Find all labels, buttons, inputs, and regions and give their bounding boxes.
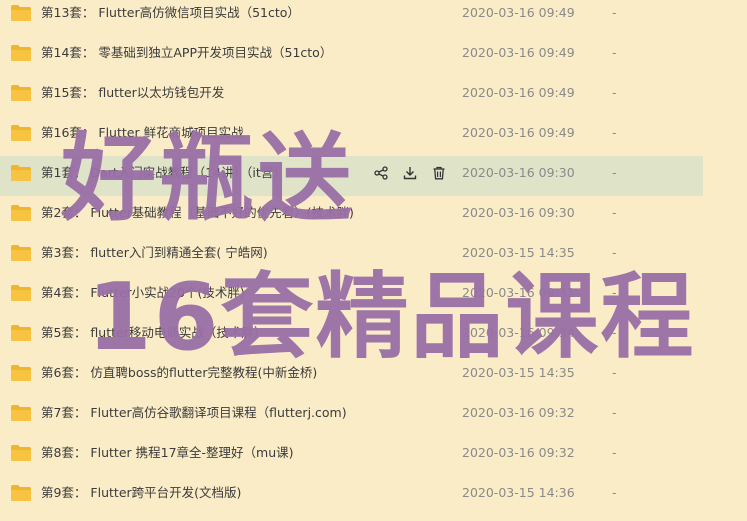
file-date: 2020-03-16 09:49: [462, 5, 575, 20]
folder-icon: [10, 404, 32, 422]
file-name[interactable]: 第4套： Flutter小实战20个(技术胖): [41, 276, 245, 310]
file-size: -: [612, 485, 617, 500]
folder-icon: [10, 204, 32, 222]
file-name[interactable]: 第5套： flutter移动电商实战（技术胖）: [41, 316, 266, 350]
folder-icon: [10, 84, 32, 102]
folder-icon: [10, 364, 32, 382]
row-actions: [372, 163, 448, 183]
file-list: 第13套： Flutter高仿微信项目实战（51cto） 2020-03-16 0…: [0, 0, 747, 521]
file-row[interactable]: 第1套： Dart入门实战教程（14讲）（it营） 2020-03-16 09:3…: [0, 156, 703, 196]
file-row[interactable]: 第2套： Flutter基础教程（基础不好的优先看）(技术胖) 2020-03-1…: [0, 196, 747, 236]
file-date: 2020-03-16 09:49: [462, 45, 575, 60]
file-name[interactable]: 第3套： flutter入门到精通全套( 宁皓网): [41, 236, 268, 270]
delete-icon[interactable]: [430, 163, 448, 183]
file-row[interactable]: 第16套： Flutter 鲜花商城项目实战 2020-03-16 09:49 -: [0, 116, 747, 156]
file-date: 2020-03-16 09:32: [462, 445, 575, 460]
file-row[interactable]: 第7套： Flutter高仿谷歌翻译项目课程（flutterj.com) 2020…: [0, 396, 747, 436]
file-date: 2020-03-16 09:49: [462, 125, 575, 140]
file-row[interactable]: 第14套： 零基础到独立APP开发项目实战（51cto） 2020-03-16 0…: [0, 36, 747, 76]
folder-icon: [10, 164, 32, 182]
file-date: 2020-03-16 09:31: [462, 285, 575, 300]
folder-icon: [10, 444, 32, 462]
share-icon[interactable]: [372, 163, 390, 183]
file-size: -: [612, 205, 617, 220]
file-size: -: [612, 245, 617, 260]
file-size: -: [612, 165, 617, 180]
file-row[interactable]: 第13套： Flutter高仿微信项目实战（51cto） 2020-03-16 0…: [0, 0, 747, 36]
file-row[interactable]: 第9套： Flutter跨平台开发(文档版) 2020-03-15 14:36 -: [0, 476, 747, 516]
file-size: -: [612, 445, 617, 460]
file-size: -: [612, 85, 617, 100]
file-date: 2020-03-16 09:30: [462, 165, 575, 180]
folder-icon: [10, 4, 32, 22]
file-size: -: [612, 325, 617, 340]
file-date: 2020-03-16 09:30: [462, 205, 575, 220]
file-name[interactable]: 第6套： 仿直聘boss的flutter完整教程(中新金桥): [41, 356, 317, 390]
file-size: -: [612, 285, 617, 300]
file-row[interactable]: 第8套： Flutter 携程17章全-整理好（mu课) 2020-03-16 0…: [0, 436, 747, 476]
folder-icon: [10, 44, 32, 62]
folder-icon: [10, 484, 32, 502]
file-name[interactable]: 第1套： Dart入门实战教程（14讲）（it营）: [41, 156, 286, 190]
file-size: -: [612, 405, 617, 420]
folder-icon: [10, 324, 32, 342]
download-icon[interactable]: [401, 163, 419, 183]
file-name[interactable]: 第13套： Flutter高仿微信项目实战（51cto）: [41, 0, 300, 30]
file-name[interactable]: 第7套： Flutter高仿谷歌翻译项目课程（flutterj.com): [41, 396, 347, 430]
folder-icon: [10, 284, 32, 302]
folder-icon: [10, 244, 32, 262]
file-row[interactable]: 第5套： flutter移动电商实战（技术胖） 2020-03-16 09:34 -: [0, 316, 747, 356]
file-size: -: [612, 45, 617, 60]
file-row[interactable]: 第6套： 仿直聘boss的flutter完整教程(中新金桥) 2020-03-15…: [0, 356, 747, 396]
file-size: -: [612, 5, 617, 20]
file-size: -: [612, 125, 617, 140]
file-name[interactable]: 第14套： 零基础到独立APP开发项目实战（51cto）: [41, 36, 332, 70]
file-date: 2020-03-16 09:49: [462, 85, 575, 100]
file-date: 2020-03-15 14:36: [462, 485, 575, 500]
file-name[interactable]: 第2套： Flutter基础教程（基础不好的优先看）(技术胖): [41, 196, 354, 230]
file-date: 2020-03-15 14:35: [462, 365, 575, 380]
file-date: 2020-03-15 14:35: [462, 245, 575, 260]
file-date: 2020-03-16 09:32: [462, 405, 575, 420]
file-row[interactable]: 第3套： flutter入门到精通全套( 宁皓网) 2020-03-15 14:3…: [0, 236, 747, 276]
file-name[interactable]: 第8套： Flutter 携程17章全-整理好（mu课): [41, 436, 294, 470]
file-row[interactable]: 第15套： flutter以太坊钱包开发 2020-03-16 09:49 -: [0, 76, 747, 116]
file-row[interactable]: 第4套： Flutter小实战20个(技术胖) 2020-03-16 09:31 -: [0, 276, 747, 316]
file-name[interactable]: 第9套： Flutter跨平台开发(文档版): [41, 476, 241, 510]
file-size: -: [612, 365, 617, 380]
file-name[interactable]: 第15套： flutter以太坊钱包开发: [41, 76, 224, 110]
folder-icon: [10, 124, 32, 142]
file-name[interactable]: 第16套： Flutter 鲜花商城项目实战: [41, 116, 244, 150]
file-date: 2020-03-16 09:34: [462, 325, 575, 340]
